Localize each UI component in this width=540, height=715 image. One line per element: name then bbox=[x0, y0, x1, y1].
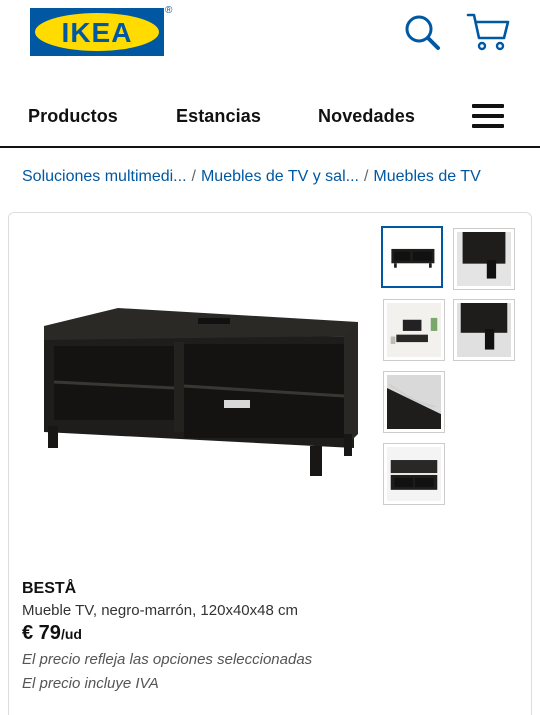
site-header: IKEA ® bbox=[0, 0, 540, 80]
breadcrumb-item-muebles-tv[interactable]: Muebles de TV bbox=[373, 168, 480, 185]
registered-mark: ® bbox=[165, 5, 173, 16]
thumb-bench-with-tv[interactable] bbox=[383, 443, 445, 505]
thumb-room-scene[interactable] bbox=[383, 299, 445, 361]
nav-item-novedades[interactable]: Novedades bbox=[318, 106, 415, 127]
main-nav: Productos Estancias Novedades bbox=[0, 96, 540, 148]
thumb-leg-detail-1[interactable] bbox=[453, 228, 515, 290]
ikea-logo[interactable]: IKEA bbox=[30, 8, 164, 56]
thumb-tv-bench-front[interactable] bbox=[381, 226, 443, 288]
nav-item-productos[interactable]: Productos bbox=[28, 106, 118, 127]
breadcrumb: Soluciones multimedi... / Muebles de TV y … bbox=[22, 168, 481, 186]
breadcrumb-separator: / bbox=[363, 168, 369, 185]
product-name: BESTÅ bbox=[22, 580, 77, 597]
price-vat-note: El precio incluye IVA bbox=[22, 675, 159, 692]
price-unit: /ud bbox=[60, 626, 82, 642]
price-value: € 79 bbox=[22, 622, 61, 644]
hamburger-menu-icon[interactable] bbox=[470, 102, 506, 132]
tv-bench-image[interactable] bbox=[28, 300, 368, 490]
product-price: € 79/ud bbox=[22, 622, 82, 645]
breadcrumb-separator: / bbox=[191, 168, 196, 185]
thumb-cable-management[interactable] bbox=[383, 371, 445, 433]
logo-text: IKEA bbox=[62, 17, 133, 48]
breadcrumb-item-muebles-tv-salon[interactable]: Muebles de TV y sal... bbox=[201, 168, 359, 185]
breadcrumb-item-multimedia[interactable]: Soluciones multimedi... bbox=[22, 168, 187, 185]
price-options-note: El precio refleja las opciones seleccion… bbox=[22, 651, 313, 668]
search-icon bbox=[405, 15, 440, 50]
cart-icon bbox=[466, 13, 510, 51]
cart-button[interactable] bbox=[466, 10, 510, 54]
search-button[interactable] bbox=[400, 10, 444, 54]
product-description: Mueble TV, negro-marrón, 120x40x48 cm bbox=[22, 602, 298, 619]
thumb-leg-detail-2[interactable] bbox=[453, 299, 515, 361]
nav-item-estancias[interactable]: Estancias bbox=[176, 106, 261, 127]
